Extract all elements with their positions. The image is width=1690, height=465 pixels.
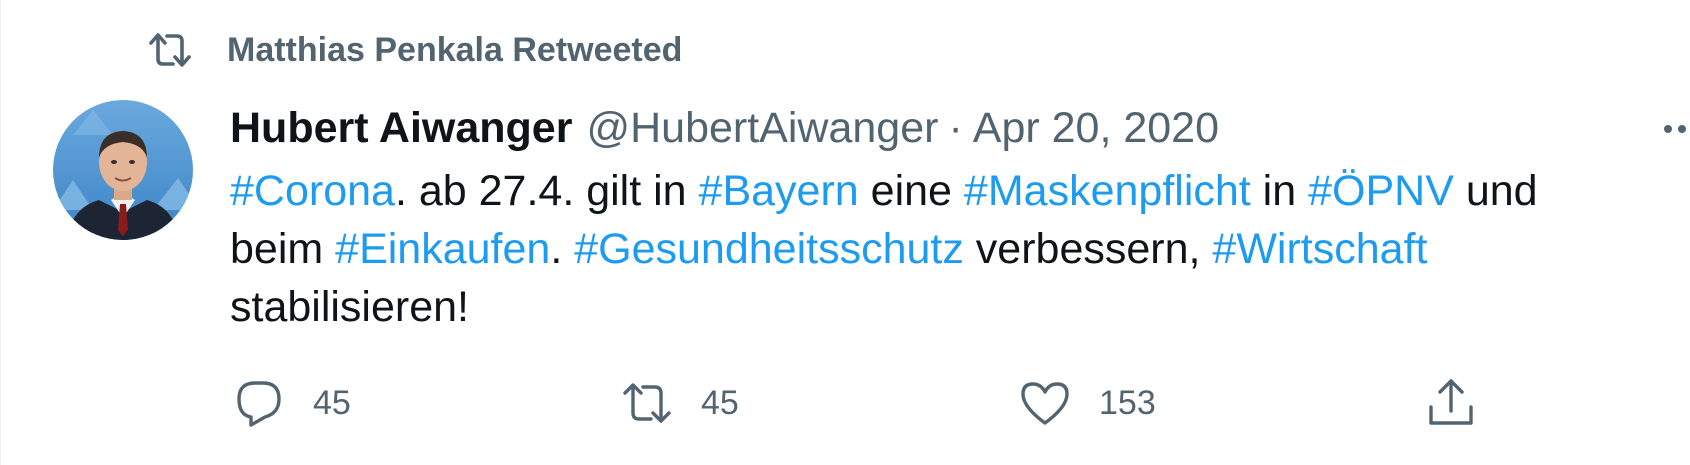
like-count: 153: [1099, 383, 1156, 422]
tweet-text-segment: verbessern,: [963, 225, 1213, 273]
hashtag-link[interactable]: #ÖPNV: [1308, 167, 1454, 215]
tweet-text-segment: eine: [858, 167, 964, 215]
reply-count: 45: [313, 383, 351, 422]
tweet-text-line: #Corona. ab 27.4. gilt in #Bayern eine #…: [230, 162, 1670, 220]
hashtag-link[interactable]: #Gesundheitsschutz: [574, 225, 964, 273]
retweeted-by-label[interactable]: Matthias Penkala Retweeted: [227, 31, 682, 70]
author-name[interactable]: Hubert Aiwanger: [230, 104, 572, 153]
tweet-text-line: beim #Einkaufen. #Gesundheitsschutz verb…: [230, 220, 1670, 278]
author-handle[interactable]: @HubertAiwanger: [586, 104, 938, 153]
retweet-context: Matthias Penkala Retweeted: [147, 28, 682, 72]
tweet-text: #Corona. ab 27.4. gilt in #Bayern eine #…: [230, 162, 1670, 336]
tweet-card[interactable]: Matthias Penkala Retweeted Hubert Aiwang…: [0, 0, 1690, 465]
tweet-text-segment: stabilisieren!: [230, 283, 469, 331]
tweet-header: Hubert Aiwanger @HubertAiwanger · Apr 20…: [230, 98, 1219, 158]
tweet-text-segment: beim: [230, 225, 336, 273]
tweet-text-segment: in: [1250, 167, 1309, 215]
separator-dot: ·: [948, 103, 963, 152]
share-button[interactable]: [1425, 375, 1477, 431]
share-icon: [1425, 377, 1477, 429]
hashtag-link[interactable]: #Bayern: [699, 167, 859, 215]
heart-icon: [1019, 377, 1071, 429]
avatar[interactable]: [53, 100, 193, 240]
reply-icon: [233, 377, 285, 429]
retweet-icon: [147, 31, 193, 69]
tweet-text-segment: . ab 27.4. gilt in: [394, 167, 699, 215]
hashtag-link[interactable]: #Wirtschaft: [1212, 225, 1427, 273]
action-bar: 45 45 153: [1, 375, 1690, 431]
retweet-count: 45: [701, 383, 739, 422]
hashtag-link[interactable]: #Corona: [230, 167, 395, 215]
retweet-icon: [621, 377, 673, 429]
tweet-date[interactable]: Apr 20, 2020: [973, 104, 1219, 153]
tweet-text-segment: .: [550, 225, 575, 273]
tweet-text-line: stabilisieren!: [230, 278, 1670, 336]
hashtag-link[interactable]: #Einkaufen: [335, 225, 550, 273]
retweet-button[interactable]: 45: [621, 375, 739, 431]
more-options-icon[interactable]: [1661, 122, 1690, 136]
hashtag-link[interactable]: #Maskenpflicht: [964, 167, 1251, 215]
tweet-text-segment: und: [1453, 167, 1538, 215]
reply-button[interactable]: 45: [233, 375, 351, 431]
like-button[interactable]: 153: [1019, 375, 1156, 431]
